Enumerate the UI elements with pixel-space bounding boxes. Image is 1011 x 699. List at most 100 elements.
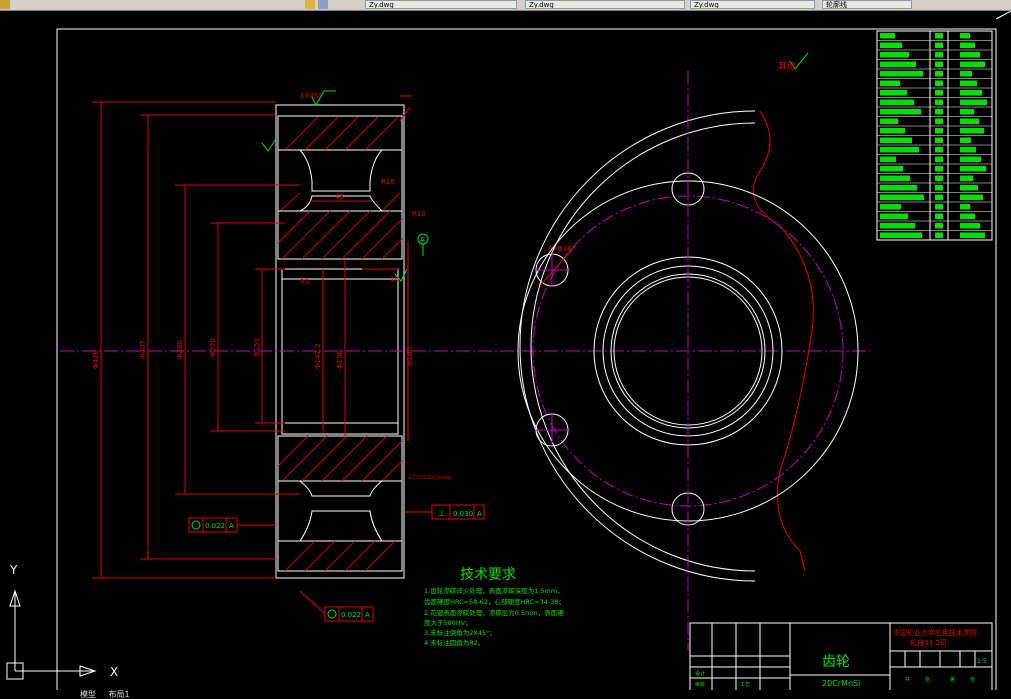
param-symbol-block: [935, 223, 943, 229]
param-symbol-block: [935, 137, 943, 143]
tolerance-box-1: 0.022 A: [188, 517, 276, 533]
param-value-block: [960, 128, 984, 134]
param-label-block: [880, 213, 908, 219]
param-label-block: [880, 147, 919, 153]
dim-d8: Φ160: [406, 347, 414, 366]
param-symbol-block: [935, 185, 943, 191]
tb-col-no: 第: [950, 676, 955, 683]
dim-d3: Φ280: [176, 340, 184, 359]
param-value-block: [960, 166, 986, 172]
dim-d6: Φ142.2: [314, 343, 322, 369]
param-symbol-block: [935, 90, 943, 96]
param-label-block: [880, 185, 917, 191]
tech-line-4: 度大于580HV；: [424, 618, 472, 627]
tb-row-process: 工艺: [740, 682, 750, 688]
param-label-block: [880, 166, 903, 172]
param-value-block: [960, 147, 976, 153]
layer-dropdown[interactable]: 轮廓线: [822, 0, 912, 9]
param-value-block: [960, 52, 980, 58]
tech-line-5: 3.未标注倒角为2X45°；: [424, 628, 496, 637]
dim-d5: Φ150: [253, 338, 261, 357]
param-label-block: [880, 71, 923, 77]
tb-col-sheet2: 张: [970, 676, 975, 683]
param-value-block: [960, 99, 987, 105]
param-value-block: [960, 33, 970, 39]
datum-label: A: [420, 236, 425, 244]
school-name: 中国矿业大学应用技术学院: [893, 628, 977, 637]
param-label-block: [880, 223, 915, 229]
param-label-block: [880, 194, 924, 200]
param-label-block: [880, 52, 909, 58]
tech-heading: 技术要求: [460, 567, 516, 583]
param-symbol-block: [935, 194, 943, 200]
dim-d2: Φ407: [139, 340, 147, 359]
param-value-block: [960, 232, 985, 238]
param-label-block: [880, 118, 898, 124]
file-tab-1[interactable]: Zy.dwg: [365, 0, 517, 9]
param-symbol-block: [935, 99, 943, 105]
layer-state-icon[interactable]: [318, 0, 328, 9]
layer-icon[interactable]: [305, 0, 315, 9]
param-value-block: [960, 42, 975, 48]
title-block: 齿轮 20CrMnSi 中国矿业大学应用技术学院 机自04-2班 1:5 设计 …: [689, 622, 993, 691]
dim-d7: Φ156: [336, 350, 344, 369]
dim-d1: Φ426: [92, 350, 100, 369]
param-value-block: [960, 118, 979, 124]
svg-text:⊥: ⊥: [438, 509, 446, 519]
tolerance-2-ref: A: [365, 611, 370, 619]
param-symbol-block: [935, 213, 943, 219]
param-symbol-block: [935, 156, 943, 162]
spline-note: EXT10X156X160X8h8: [408, 475, 452, 480]
tolerance-1-ref: A: [229, 522, 234, 530]
param-value-block: [960, 175, 973, 181]
tolerance-2-value: 0.022: [341, 611, 361, 619]
class-name: 机自04-2班: [910, 638, 947, 647]
param-symbol-block: [935, 118, 943, 124]
tech-line-6: 4.未标注圆角为R2。: [424, 638, 484, 647]
dim-r3: R3: [300, 278, 309, 286]
param-label-block: [880, 175, 910, 181]
param-label-block: [880, 80, 900, 86]
dim-width-45: 45: [335, 193, 344, 201]
dim-chamfer: 1X45°: [300, 92, 322, 100]
toolbar: Zy.dwg Zy.dwg Zy.dwg 轮廓线: [0, 0, 1011, 11]
param-label-block: [880, 156, 896, 162]
param-symbol-block: [935, 147, 943, 153]
param-label-block: [880, 109, 921, 115]
ucs-x-label: X: [110, 665, 118, 679]
param-symbol-block: [935, 61, 943, 67]
tab-layout1[interactable]: 布局1: [109, 690, 130, 699]
param-symbol-block: [935, 33, 943, 39]
open-file-icon[interactable]: [0, 0, 10, 9]
param-label-block: [880, 90, 907, 96]
param-label-block: [880, 128, 905, 134]
tolerance-box-2: 0.022 A: [299, 590, 374, 622]
tb-row-review: 审核: [695, 681, 705, 688]
drawing-title: 齿轮: [822, 654, 850, 670]
tab-model[interactable]: 模型: [80, 690, 96, 699]
param-symbol-block: [935, 204, 943, 210]
param-label-block: [880, 33, 895, 39]
param-value-block: [960, 213, 975, 219]
layout-tabs: 模型 布局1: [0, 690, 1011, 699]
param-symbol-block: [935, 232, 943, 238]
dim-width-18: 18: [390, 275, 399, 283]
tolerance-3-ref: A: [477, 510, 482, 518]
file-tab-2[interactable]: Zy.dwg: [525, 0, 685, 9]
dim-r10-a: R10: [381, 178, 395, 186]
param-symbol-block: [935, 128, 943, 134]
param-value-block: [960, 156, 981, 162]
param-value-block: [960, 80, 977, 86]
dimension-lines: [92, 95, 412, 579]
tb-col-total: 共: [905, 676, 910, 683]
drawing-canvas[interactable]: Φ426 Φ407 Φ280 Φ270 Φ150 Φ142.2 Φ156 Φ16…: [0, 11, 1011, 691]
param-symbol-block: [935, 71, 943, 77]
param-value-block: [960, 90, 982, 96]
param-symbol-block: [935, 52, 943, 58]
dim-d4: Φ270: [209, 338, 217, 357]
param-label-block: [880, 232, 922, 238]
file-tab-3[interactable]: Zy.dwg: [690, 0, 815, 9]
tech-line-1: 1.齿轮渗碳淬火处理，表面渗碳深度为1.5mm，: [424, 586, 564, 595]
param-value-block: [960, 223, 980, 229]
dim-r10-b: R10: [412, 210, 426, 218]
